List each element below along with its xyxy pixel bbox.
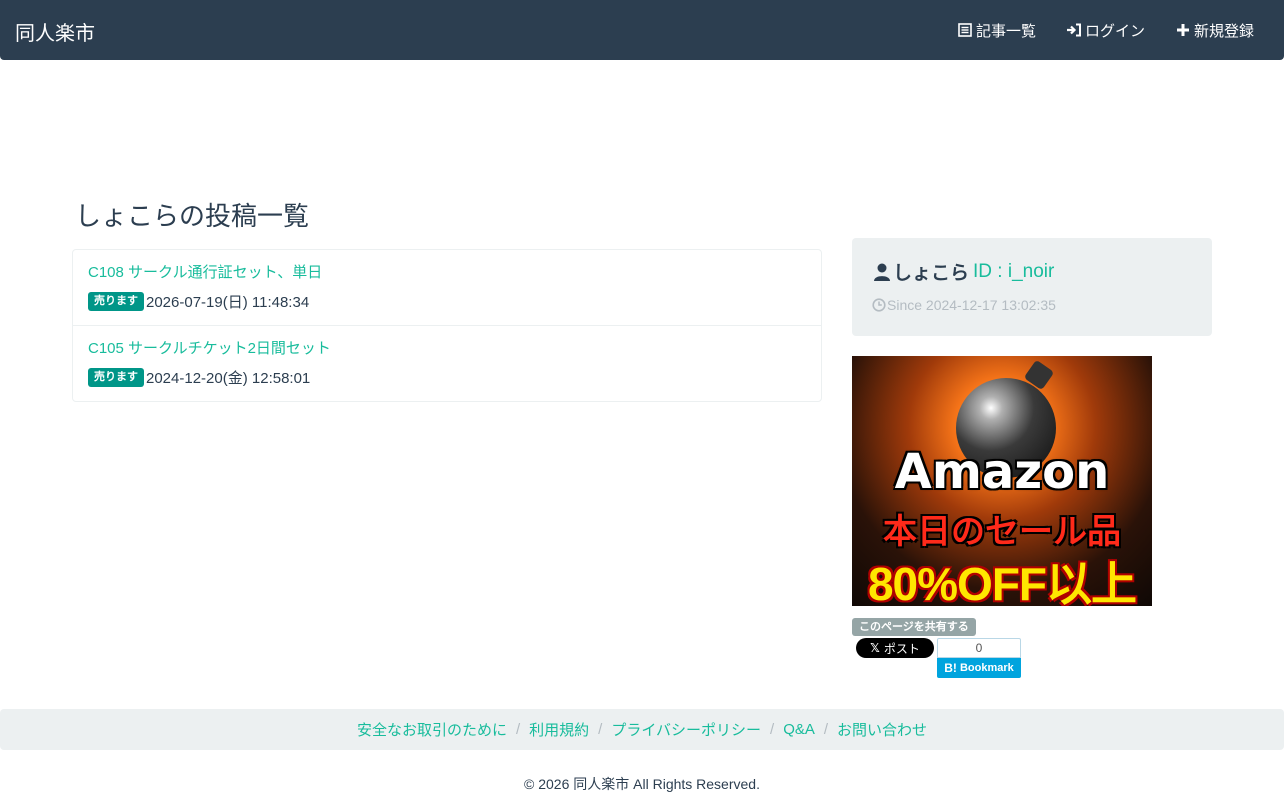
- x-post-button[interactable]: 𝕏 ポスト: [856, 638, 934, 658]
- share-label: このページを共有する: [852, 618, 976, 636]
- footer-link-qa[interactable]: Q&A: [783, 721, 815, 738]
- footer-separator: /: [770, 721, 775, 738]
- footer-link-contact[interactable]: お問い合わせ: [837, 719, 927, 740]
- list-item: C108 サークル通行証セット、単日 売ります 2026-07-19(日) 11…: [73, 250, 821, 326]
- nav-menu: 記事一覧 ログイン 新規登録: [927, 0, 1254, 60]
- hatena-label: Bookmark: [959, 662, 1014, 674]
- footer-separator: /: [598, 721, 603, 738]
- amazon-sale-ad-banner[interactable]: Amazon 本日のセール品 80%OFF以上: [852, 356, 1152, 606]
- footer-separator: /: [823, 721, 829, 738]
- post-title-link[interactable]: C105 サークルチケット2日間セット: [88, 339, 806, 359]
- nav-item-label: 新規登録: [1193, 22, 1254, 40]
- post-datetime: 2024-12-20(金) 12:58:01: [146, 370, 311, 387]
- nav-item-label: ログイン: [1084, 22, 1145, 40]
- footer-nav: 安全なお取引のために / 利用規約 / プライバシーポリシー / Q&A / お…: [0, 709, 1284, 750]
- login-icon: [1066, 22, 1082, 38]
- hatena-count: 0: [937, 638, 1021, 658]
- footer-link-safety[interactable]: 安全なお取引のために: [357, 719, 507, 740]
- since-text: Since 2024-12-17 13:02:35: [887, 297, 1056, 313]
- hatena-bookmark-label: B! Bookmark: [937, 658, 1021, 678]
- post-title-link[interactable]: C108 サークル通行証セット、単日: [88, 263, 806, 283]
- list-item: C105 サークルチケット2日間セット 売ります 2024-12-20(金) 1…: [73, 326, 821, 401]
- nav-item-articles[interactable]: 記事一覧: [957, 20, 1036, 41]
- x-logo-icon: 𝕏: [870, 641, 880, 655]
- post-datetime: 2026-07-19(日) 11:48:34: [146, 294, 310, 311]
- top-navbar: 同人楽市 記事一覧 ログイン 新規登録: [0, 0, 1284, 60]
- list-icon: [957, 22, 973, 38]
- site-brand[interactable]: 同人楽市: [15, 17, 95, 46]
- profile-card: しょこら ID : i_noir Since 2024-12-17 13:02:…: [852, 238, 1212, 336]
- nav-item-register[interactable]: 新規登録: [1175, 20, 1254, 41]
- post-meta: 売ります 2024-12-20(金) 12:58:01: [88, 367, 806, 388]
- sell-badge: 売ります: [88, 292, 144, 311]
- footer-separator: /: [515, 721, 521, 738]
- ad-subheadline: 本日のセール品: [883, 513, 1121, 551]
- sell-badge: 売ります: [88, 368, 144, 387]
- ad-discount: 80%OFF以上: [867, 558, 1137, 606]
- hatena-b-icon: B!: [944, 661, 957, 675]
- hatena-bookmark-button[interactable]: 0 B! Bookmark: [937, 638, 1021, 678]
- footer-link-terms[interactable]: 利用規約: [529, 719, 589, 740]
- copyright: © 2026 同人楽市 All Rights Reserved.: [524, 776, 760, 792]
- user-icon: [872, 262, 892, 282]
- post-list: C108 サークル通行証セット、単日 売ります 2026-07-19(日) 11…: [72, 249, 822, 402]
- footer-link-privacy[interactable]: プライバシーポリシー: [611, 719, 761, 740]
- nav-item-label: 記事一覧: [975, 22, 1036, 40]
- profile-header: しょこら ID : i_noir: [872, 258, 1192, 285]
- plus-icon: [1175, 22, 1191, 38]
- profile-id: ID : i_noir: [973, 260, 1055, 282]
- page-title: しょこらの投稿一覧: [75, 201, 310, 231]
- clock-icon: [872, 298, 886, 312]
- ad-headline: Amazon: [894, 444, 1110, 500]
- profile-since: Since 2024-12-17 13:02:35: [872, 297, 1192, 313]
- profile-name: しょこら: [893, 263, 970, 284]
- x-post-label: ポスト: [883, 641, 920, 656]
- post-meta: 売ります 2026-07-19(日) 11:48:34: [88, 291, 806, 312]
- nav-item-login[interactable]: ログイン: [1066, 20, 1145, 41]
